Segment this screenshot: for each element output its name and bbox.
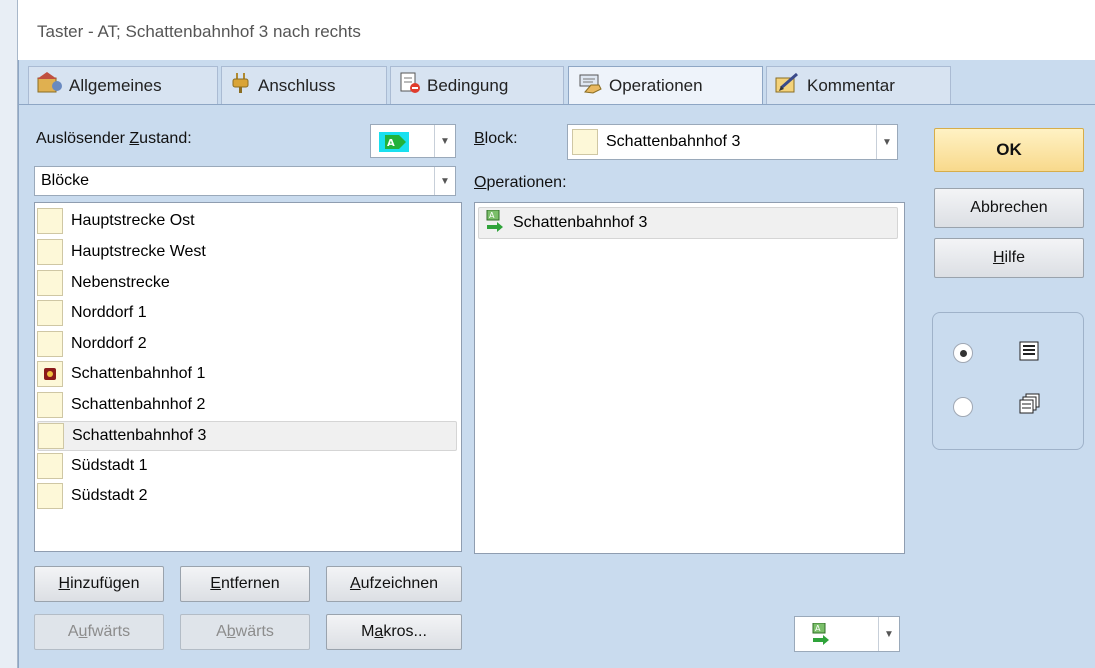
- chevron-down-icon[interactable]: ▼: [876, 125, 897, 159]
- block-icon: [37, 239, 63, 265]
- operations-icon: [577, 72, 603, 99]
- block-list[interactable]: Hauptstrecke Ost Hauptstrecke West Neben…: [34, 202, 462, 552]
- block-icon: [37, 483, 63, 509]
- multi-window-icon: [1019, 393, 1041, 420]
- tab-label: Allgemeines: [69, 75, 162, 95]
- list-item[interactable]: Hauptstrecke Ost: [37, 207, 457, 235]
- view-mode-group: [932, 312, 1084, 450]
- block-icon: [37, 453, 63, 479]
- list-view-icon: [1019, 341, 1039, 366]
- list-item[interactable]: Nebenstrecke: [37, 269, 457, 297]
- window-title: Taster - AT; Schattenbahnhof 3 nach rech…: [37, 22, 361, 41]
- list-item[interactable]: Schattenbahnhof 2: [37, 391, 457, 419]
- tab-operationen[interactable]: Operationen: [568, 66, 763, 104]
- svg-text:A: A: [815, 624, 821, 633]
- svg-text:A: A: [489, 211, 495, 220]
- tab-allgemeines[interactable]: Allgemeines: [28, 66, 218, 104]
- tab-label: Bedingung: [427, 75, 509, 95]
- tab-bedingung[interactable]: Bedingung: [390, 66, 564, 104]
- list-item[interactable]: Schattenbahnhof 1: [37, 360, 457, 388]
- block-dropdown[interactable]: Schattenbahnhof 3 ▼: [567, 124, 898, 160]
- block-icon: [37, 270, 63, 296]
- remove-button[interactable]: Entfernen: [180, 566, 310, 602]
- list-item[interactable]: Norddorf 2: [37, 330, 457, 358]
- tab-label: Anschluss: [258, 75, 336, 95]
- record-button[interactable]: Aufzeichnen: [326, 566, 462, 602]
- switch-route-icon: A: [485, 209, 505, 237]
- chevron-down-icon[interactable]: ▼: [878, 617, 899, 651]
- block-value: Schattenbahnhof 3: [606, 133, 741, 150]
- list-item[interactable]: Südstadt 2: [37, 482, 457, 510]
- tab-anschluss[interactable]: Anschluss: [221, 66, 387, 104]
- operation-type-dropdown[interactable]: A ▼: [794, 616, 900, 652]
- tab-kommentar[interactable]: Kommentar: [766, 66, 951, 104]
- block-icon: [38, 423, 64, 449]
- list-item[interactable]: Norddorf 1: [37, 299, 457, 327]
- block-icon: [37, 300, 63, 326]
- block-label: Block:: [474, 130, 518, 147]
- condition-icon: [399, 72, 421, 99]
- operations-label: Operationen:: [474, 174, 567, 191]
- radio-dot: [959, 349, 967, 357]
- move-up-button[interactable]: Au fwärts: [34, 614, 164, 650]
- chevron-down-icon[interactable]: ▼: [434, 125, 455, 157]
- operations-list[interactable]: A Schattenbahnhof 3: [474, 202, 905, 554]
- block-icon: [37, 392, 63, 418]
- block-icon: [37, 331, 63, 357]
- comment-icon: [775, 72, 801, 99]
- ok-button[interactable]: OK: [934, 128, 1084, 172]
- list-item[interactable]: Südstadt 1: [37, 452, 457, 480]
- operation-item[interactable]: A Schattenbahnhof 3: [478, 207, 898, 239]
- macros-button[interactable]: Ma kros...: [326, 614, 462, 650]
- category-dropdown[interactable]: Blöcke ▼: [34, 166, 456, 196]
- signal-block-icon: [37, 361, 63, 387]
- list-item[interactable]: Hauptstrecke West: [37, 238, 457, 266]
- block-icon: [37, 208, 63, 234]
- settings-icon: [37, 72, 63, 99]
- radio-window-view[interactable]: [953, 397, 973, 417]
- add-button[interactable]: Hinzufügen: [34, 566, 164, 602]
- trigger-state-dropdown[interactable]: A ▼: [370, 124, 456, 158]
- switch-route-icon: A: [811, 622, 831, 650]
- background-window-strip: [0, 0, 18, 668]
- tab-label: Operationen: [609, 75, 703, 95]
- move-down-button[interactable]: Ab wärts: [180, 614, 310, 650]
- block-occupied-icon: A: [379, 132, 409, 157]
- list-item-selected[interactable]: Schattenbahnhof 3: [37, 421, 457, 451]
- svg-text:A: A: [387, 138, 395, 149]
- cancel-button[interactable]: Abbrechen: [934, 188, 1084, 228]
- help-button[interactable]: Hilfe: [934, 238, 1084, 278]
- category-value: Blöcke: [41, 172, 90, 189]
- radio-list-view[interactable]: [953, 343, 973, 363]
- tab-label: Kommentar: [807, 75, 895, 95]
- trigger-state-label: Auslösender Zustand:: [36, 130, 192, 147]
- chevron-down-icon[interactable]: ▼: [434, 167, 455, 195]
- block-icon: [572, 129, 598, 155]
- tab-strip: [18, 104, 1095, 105]
- plug-icon: [230, 72, 252, 99]
